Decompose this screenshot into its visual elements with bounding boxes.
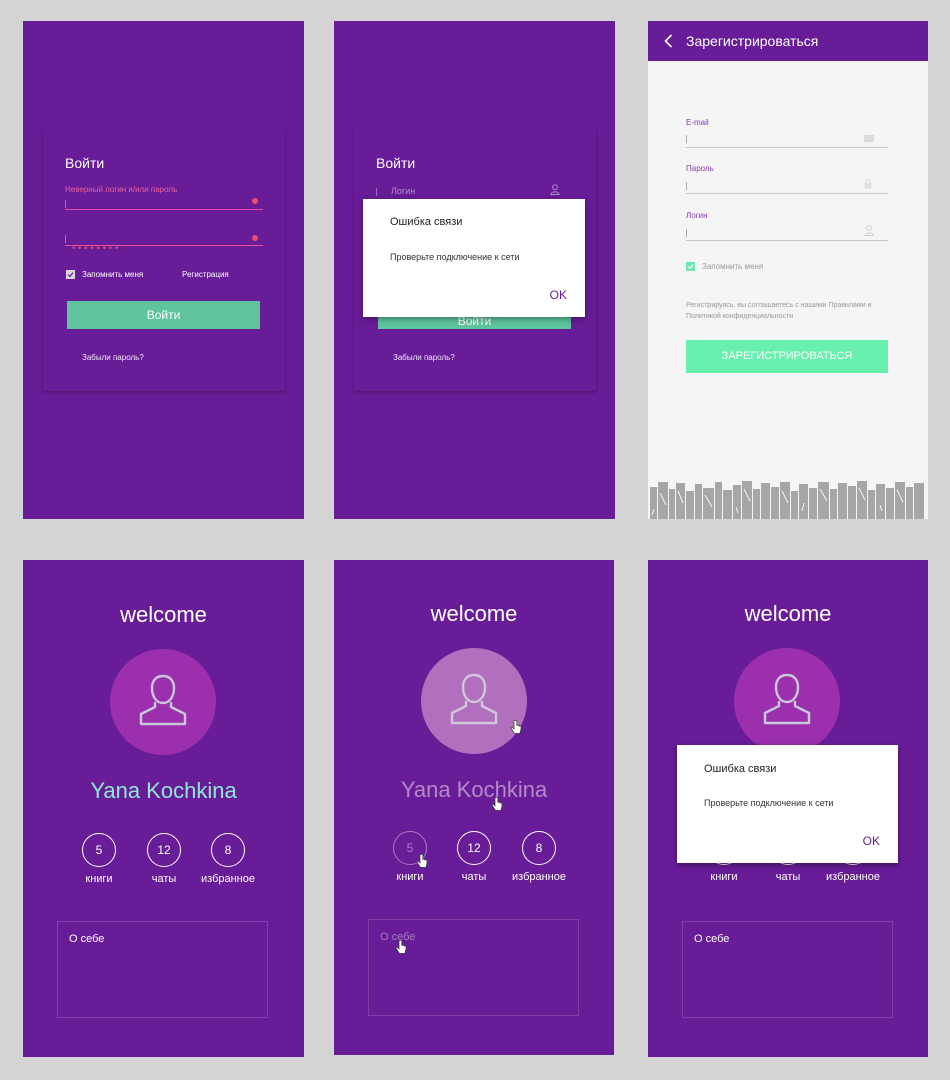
lock-icon <box>864 179 872 189</box>
dialog-title: Ошибка связи <box>390 216 463 228</box>
login-title: Войти <box>376 155 416 171</box>
forgot-password-link[interactable]: Забыли пароль? <box>393 353 455 362</box>
remember-label: Запомнить меня <box>82 270 144 279</box>
dialog-ok-button[interactable]: OK <box>550 288 567 302</box>
user-icon <box>550 184 560 195</box>
user-name: Yana Kochkina <box>400 777 548 802</box>
remember-checkbox[interactable] <box>686 262 695 271</box>
user-icon <box>450 673 498 725</box>
remember-label: Запомнить меня <box>702 262 764 271</box>
dialog-message: Проверьте подключение к сети <box>390 252 520 262</box>
register-button[interactable]: ЗАРЕГИСТРИРОВАТЬСЯ <box>686 340 888 373</box>
connection-error-dialog: Ошибка связи Проверьте подключение к сет… <box>677 745 898 863</box>
favorites-count[interactable]: 8 <box>522 831 556 865</box>
bookshelf-illustration <box>650 481 924 519</box>
login-card: Войти Неверный логин и/или пароль ••••••… <box>43 129 285 391</box>
password-label: Пароль <box>686 164 714 173</box>
remember-checkbox[interactable] <box>66 270 75 279</box>
login-title: Войти <box>65 155 105 171</box>
chats-count[interactable]: 12 <box>147 833 181 867</box>
login-error-screen: Войти Логин Войти Забыли пароль? Ошибка … <box>334 21 615 519</box>
dialog-message: Проверьте подключение к сети <box>704 798 834 808</box>
login-screen: Войти Неверный логин и/или пароль ••••••… <box>23 21 304 519</box>
welcome-heading: welcome <box>430 601 518 626</box>
login-error-message: Неверный логин и/или пароль <box>65 185 178 194</box>
user-icon <box>763 673 811 725</box>
welcome-heading: welcome <box>120 602 207 627</box>
profile-error-screen: welcome 5 книги 12 чаты 8 избранное О се… <box>648 560 928 1057</box>
about-label: О себе <box>694 933 730 945</box>
register-title: Зарегистрироваться <box>686 33 819 49</box>
pointer-cursor-icon <box>510 720 522 734</box>
favorites-label: избранное <box>512 871 566 883</box>
email-label: E-mail <box>686 118 709 127</box>
user-name: Yana Kochkina <box>90 778 237 803</box>
app-bar: Зарегистрироваться <box>648 21 928 61</box>
register-link[interactable]: Регистрация <box>182 270 229 279</box>
about-field[interactable]: О себе <box>682 921 893 1018</box>
terms-text: Регистрируясь, вы соглашаетесь с нашими … <box>686 302 872 320</box>
favorites-count[interactable]: 8 <box>211 833 245 867</box>
favorites-label: избранное <box>201 873 255 885</box>
profile-hover-screen: welcome Yana Kochkina 5 книги 12 чаты 8 … <box>334 560 614 1055</box>
connection-error-dialog: Ошибка связи Проверьте подключение к сет… <box>363 199 585 317</box>
login-placeholder: Логин <box>391 186 416 196</box>
mail-icon <box>864 135 874 142</box>
avatar[interactable] <box>421 648 527 754</box>
login-button[interactable]: Войти <box>67 301 260 329</box>
pointer-cursor-icon <box>395 940 407 954</box>
chats-count[interactable]: 12 <box>457 831 491 865</box>
about-label: О себе <box>69 933 105 945</box>
check-icon <box>687 264 694 270</box>
pointer-cursor-icon <box>491 797 503 811</box>
dialog-ok-button[interactable]: OK <box>863 834 880 848</box>
welcome-heading: welcome <box>744 601 832 626</box>
back-arrow-icon[interactable] <box>664 34 673 48</box>
register-screen: Зарегистрироваться E-mail Пароль Логин З… <box>648 21 928 519</box>
forgot-password-link[interactable]: Забыли пароль? <box>82 353 144 362</box>
about-field[interactable]: О себе <box>57 921 268 1018</box>
pointer-cursor-icon <box>416 854 428 868</box>
favorites-label: избранное <box>826 871 880 883</box>
avatar[interactable] <box>734 648 840 754</box>
login-label: Логин <box>686 211 708 220</box>
user-icon <box>139 674 187 726</box>
user-icon <box>864 225 874 236</box>
books-count[interactable]: 5 <box>82 833 116 867</box>
avatar[interactable] <box>110 649 216 755</box>
about-field[interactable]: О себе <box>368 919 579 1016</box>
check-icon <box>67 272 74 278</box>
dialog-title: Ошибка связи <box>704 763 777 775</box>
profile-screen: welcome Yana Kochkina 5 книги 12 чаты 8 … <box>23 560 304 1057</box>
error-dot-icon <box>252 235 258 241</box>
error-dot-icon <box>252 198 258 204</box>
